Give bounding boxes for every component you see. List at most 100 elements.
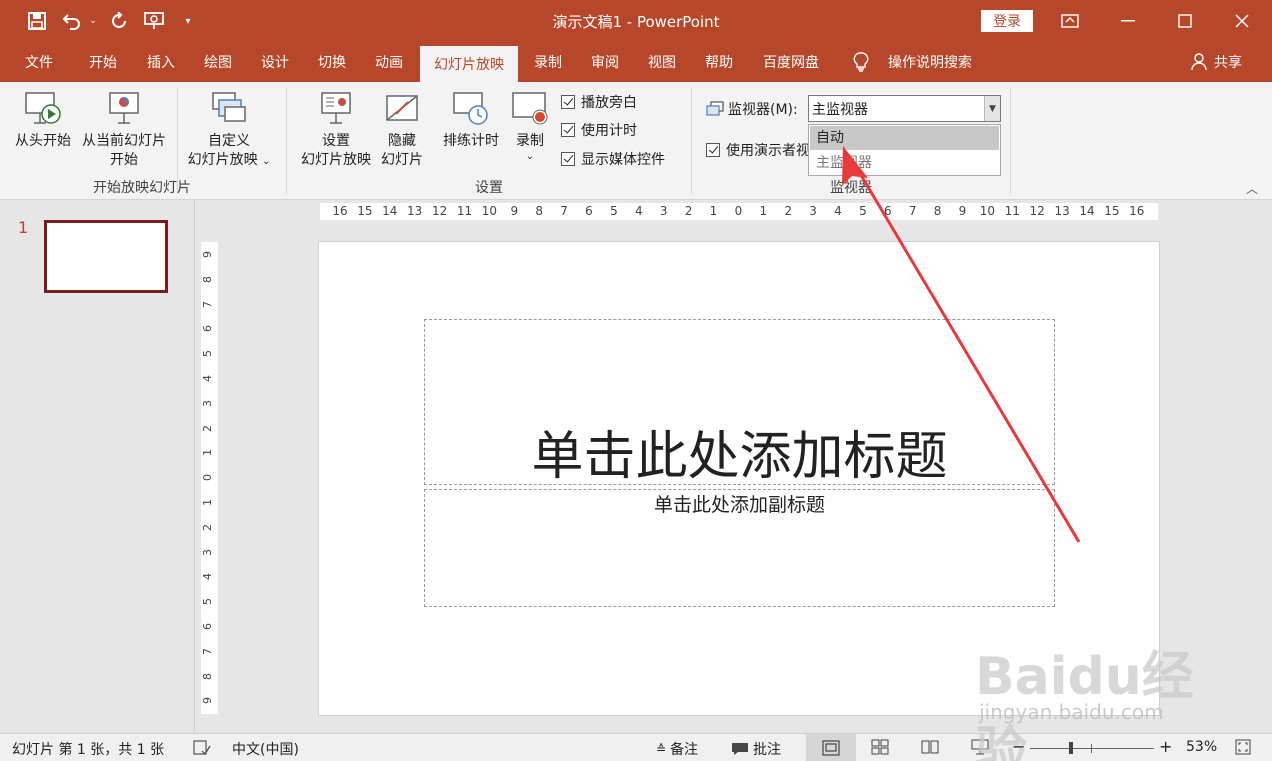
ribbon-display-options-icon[interactable]	[1042, 0, 1098, 42]
ruler-tick-label: 9	[201, 697, 214, 705]
ruler-tick-label: 8	[201, 672, 214, 680]
play-narrations-checkbox[interactable]: 播放旁白	[561, 92, 637, 112]
slide-thumbnail[interactable]	[44, 220, 168, 293]
reading-view-icon[interactable]	[921, 739, 939, 755]
present-from-start-icon[interactable]	[142, 0, 168, 42]
monitor-option-auto[interactable]: 自动	[810, 126, 999, 150]
rehearse-timings-icon	[453, 92, 488, 125]
ruler-tick-label: 4	[201, 573, 214, 581]
record-label: 录制	[516, 133, 544, 149]
show-media-controls-label: 显示媒体控件	[581, 152, 665, 168]
title-bar: ⌄ ▾ 演示文稿1 - PowerPoint 登录	[0, 0, 1272, 42]
ruler-tick-label: 13	[1054, 204, 1070, 218]
collapse-ribbon-icon[interactable]: ︿	[1246, 180, 1258, 197]
ruler-tick-label: 5	[201, 598, 214, 606]
separator	[286, 88, 287, 194]
language-indicator[interactable]: 中文(中国)	[232, 739, 299, 759]
comments-button[interactable]: 批注	[731, 739, 781, 759]
maximize-icon[interactable]	[1157, 0, 1213, 42]
ribbon-tabs: 文件 开始 插入 绘图 设计 切换 动画 幻灯片放映 录制 审阅 视图 帮助 百…	[0, 42, 1272, 82]
save-icon[interactable]	[24, 0, 50, 42]
tab-design[interactable]: 设计	[250, 42, 300, 82]
tab-home[interactable]: 开始	[78, 42, 128, 82]
undo-icon[interactable]	[58, 0, 86, 42]
custom-slideshow-button[interactable]: 自定义 幻灯片放映 ⌄	[182, 90, 276, 171]
group-label-monitors: 监视器	[830, 180, 872, 196]
monitor-option-primary[interactable]: 主监视器	[810, 151, 999, 175]
subtitle-placeholder[interactable]: 单击此处添加副标题	[424, 489, 1055, 607]
tab-file[interactable]: 文件	[14, 42, 64, 82]
tab-view[interactable]: 视图	[637, 42, 687, 82]
notes-button[interactable]: ≙ 备注	[656, 739, 698, 759]
monitor-label: 监视器(M):	[706, 99, 798, 119]
share-icon[interactable]	[1188, 42, 1210, 82]
ruler-tick-label: 13	[407, 204, 423, 218]
lightbulb-icon[interactable]	[848, 42, 874, 82]
monitor-select[interactable]: 主监视器 ▼	[808, 95, 1001, 122]
checkbox-checked-icon	[561, 95, 575, 109]
ruler-tick-label: 6	[201, 623, 214, 630]
ruler-tick-label: 0	[201, 474, 214, 482]
hide-slide-label-line1: 隐藏	[388, 133, 416, 149]
spelling-check-icon[interactable]	[193, 740, 211, 756]
slide-sorter-icon[interactable]	[871, 739, 889, 755]
rehearse-timings-label: 排练计时	[443, 133, 499, 149]
tab-transitions[interactable]: 切换	[307, 42, 357, 82]
ruler-tick-label: 9	[510, 204, 519, 218]
watermark-url: jingyan.baidu.com	[979, 700, 1164, 724]
subtitle-placeholder-text: 单击此处添加副标题	[653, 494, 825, 516]
ruler-tick-label: 16	[1129, 204, 1145, 218]
setup-slideshow-label-line2: 幻灯片放映	[301, 152, 371, 168]
ruler-tick-label: 3	[201, 399, 214, 407]
tell-me-search[interactable]: 操作说明搜索	[880, 42, 980, 82]
minimize-icon[interactable]	[1100, 0, 1156, 42]
tab-help[interactable]: 帮助	[694, 42, 744, 82]
setup-slideshow-button[interactable]: 设置 幻灯片放映	[296, 90, 376, 170]
checkbox-checked-icon	[561, 123, 575, 137]
presenter-view-label: 使用演示者视	[726, 143, 810, 159]
ruler-tick-label: 8	[535, 204, 544, 218]
checkbox-checked-icon	[706, 143, 720, 157]
dropdown-arrow-icon[interactable]: ▼	[984, 96, 1000, 121]
chevron-down-icon: ⌄	[262, 156, 271, 167]
slide-count: 幻灯片 第 1 张，共 1 张	[12, 742, 165, 758]
ruler-tick-label: 12	[1029, 204, 1045, 218]
share-button[interactable]: 共享	[1210, 42, 1246, 82]
show-media-controls-checkbox[interactable]: 显示媒体控件	[561, 149, 665, 169]
notes-icon: ≙	[656, 742, 667, 756]
ruler-tick-label: 10	[979, 204, 996, 218]
ruler-tick-label: 14	[382, 204, 398, 218]
monitor-select-value: 主监视器	[812, 101, 868, 118]
hide-slide-button[interactable]: 隐藏 幻灯片	[376, 90, 428, 170]
normal-view-button[interactable]	[806, 734, 856, 761]
redo-icon[interactable]	[106, 0, 132, 42]
title-placeholder[interactable]: 单击此处添加标题	[424, 319, 1055, 487]
presenter-view-checkbox[interactable]: 使用演示者视	[706, 140, 810, 160]
tab-animations[interactable]: 动画	[364, 42, 414, 82]
tab-review[interactable]: 审阅	[580, 42, 630, 82]
ruler-tick-label: 5	[859, 204, 867, 218]
from-current-label-line1: 从当前幻灯片	[82, 133, 166, 149]
tab-baidu-netdisk[interactable]: 百度网盘	[755, 42, 827, 82]
from-current-button[interactable]: 从当前幻灯片 开始	[76, 90, 172, 170]
comments-icon	[732, 743, 748, 755]
use-timings-label: 使用计时	[581, 123, 637, 139]
fit-to-window-icon[interactable]	[1235, 739, 1251, 755]
custom-slideshow-icon	[212, 92, 246, 122]
ruler-tick-label: 8	[201, 275, 214, 283]
tab-insert[interactable]: 插入	[136, 42, 186, 82]
setup-slideshow-icon	[321, 92, 351, 124]
use-timings-checkbox[interactable]: 使用计时	[561, 120, 637, 140]
from-beginning-label: 从头开始	[15, 133, 71, 149]
login-button[interactable]: 登录	[981, 10, 1033, 32]
tab-slideshow[interactable]: 幻灯片放映	[420, 46, 518, 82]
undo-dropdown-icon[interactable]: ⌄	[87, 0, 99, 42]
rehearse-timings-button[interactable]: 排练计时	[438, 90, 504, 151]
tab-record[interactable]: 录制	[523, 42, 573, 82]
record-button[interactable]: 录制 ⌄	[506, 90, 554, 163]
from-beginning-button[interactable]: 从头开始	[10, 90, 76, 151]
customize-toolbar-icon[interactable]: ▾	[180, 0, 196, 42]
ruler-tick-label: 3	[809, 204, 817, 218]
tab-draw[interactable]: 绘图	[193, 42, 243, 82]
close-icon[interactable]	[1214, 0, 1270, 42]
